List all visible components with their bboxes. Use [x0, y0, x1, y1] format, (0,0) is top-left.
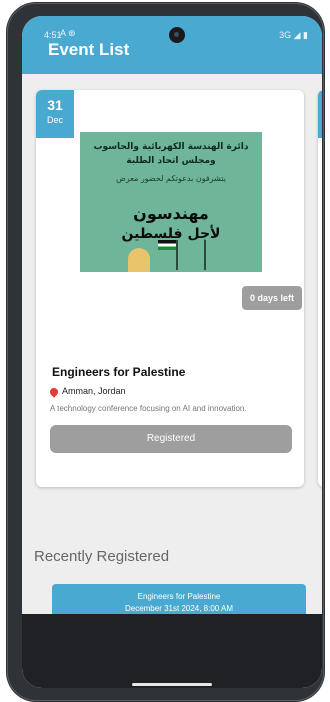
status-indicators: A ⊛: [60, 28, 76, 38]
date-badge: 31 Dec: [36, 90, 74, 138]
poster-header-strip: [80, 120, 262, 132]
event-location: Amman, Jordan: [48, 385, 126, 398]
event-title: Engineers for Palestine: [52, 365, 186, 379]
poster-text-line: دائرة الهندسة الكهربائية والحاسوب: [93, 142, 249, 152]
location-pin-icon: [48, 385, 60, 398]
event-card[interactable]: 31 Dec دائرة الهندسة الكهربائية والحاسوب…: [36, 90, 304, 487]
next-card-date-badge: [318, 90, 322, 138]
page-title: Event List: [48, 40, 130, 59]
main-content[interactable]: 31 Dec دائرة الهندسة الكهربائية والحاسوب…: [22, 74, 322, 688]
poster-text-line: ومجلس اتحاد الطلبة: [126, 156, 216, 166]
location-text: Amman, Jordan: [62, 386, 126, 396]
days-left-badge: 0 days left: [242, 286, 302, 310]
date-day: 31: [47, 97, 63, 113]
poster-illustration: [128, 248, 150, 272]
bottom-bar: [22, 614, 322, 688]
next-event-card-peek[interactable]: [318, 90, 322, 487]
registered-button[interactable]: Registered: [50, 425, 292, 453]
poster-illustration: [176, 240, 206, 270]
screen: 4:51 A ⊛ 3G ◢ ▮ Event List 31 Dec دائرة …: [22, 16, 322, 688]
recent-item-title: Engineers for Palestine: [137, 592, 221, 601]
status-time: 4:51: [44, 30, 62, 40]
poster-text-line: يتشرفون بدعوتكم لحضور معرض: [116, 174, 226, 183]
app-bar: 4:51 A ⊛ 3G ◢ ▮ Event List: [22, 16, 322, 74]
home-indicator[interactable]: [132, 683, 212, 686]
recent-heading: Recently Registered: [34, 548, 170, 565]
date-month: Dec: [46, 115, 63, 125]
event-poster-image: دائرة الهندسة الكهربائية والحاسوب ومجلس …: [80, 120, 262, 272]
phone-frame: 4:51 A ⊛ 3G ◢ ▮ Event List 31 Dec دائرة …: [6, 2, 325, 702]
flag-icon: [158, 240, 176, 250]
poster-text-line: مهندسون: [133, 204, 209, 223]
network-battery-icons: 3G ◢ ▮: [279, 30, 308, 40]
event-description: A technology conference focusing on AI a…: [50, 404, 247, 413]
camera-cutout: [169, 27, 185, 43]
